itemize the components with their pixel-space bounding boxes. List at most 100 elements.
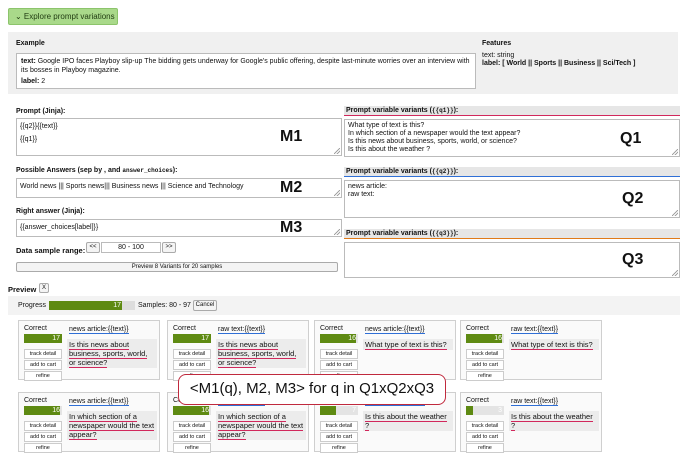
card-answer: Is this news about business, sports, wor…: [67, 339, 157, 368]
correct-count: 17: [52, 335, 60, 342]
variant-card: Correct 16 track detailadd to cartrefine ne…: [18, 392, 160, 453]
range-input[interactable]: 80 - 100: [101, 242, 161, 253]
track-detail-button[interactable]: track detail: [173, 349, 211, 359]
correct-label: Correct: [24, 397, 47, 404]
card-answer-text: What type of text is this?: [365, 340, 447, 350]
refine-button[interactable]: refine: [173, 443, 211, 453]
variant-card: Correct 3 track detail add to cart refine raw…: [460, 392, 602, 453]
marker-q2: Q2: [622, 190, 644, 207]
preview-title: Preview: [8, 285, 37, 294]
correct-label: Correct: [466, 397, 489, 404]
example-box: text: Google IPO faces Playboy slip-up T…: [16, 53, 476, 89]
correct-bar: 16: [466, 334, 504, 343]
cartesian-product-callout: <M1(q), M2, M3> for q in Q1xQ2xQ3: [178, 374, 446, 405]
preview-close-button[interactable]: X: [39, 283, 49, 293]
track-detail-button[interactable]: track detail: [24, 349, 62, 359]
variant-card: Correct 16 track detailadd to cartrefine ra…: [460, 320, 602, 381]
q3-header: Prompt variable variants ({{q3}}):: [344, 229, 680, 239]
correct-count: 16: [201, 407, 209, 414]
add-to-cart-button[interactable]: add to cart: [173, 432, 211, 442]
refine-button[interactable]: refine: [466, 371, 504, 381]
example-text: Google IPO faces Playboy slip-up The bid…: [21, 58, 470, 74]
card-answer-text: Is this news about business, sports, wor…: [218, 340, 297, 368]
q2-header: Prompt variable variants ({{q2}}):: [344, 167, 680, 177]
card-prompt: raw text:{{text}}: [511, 398, 559, 406]
correct-bar: 17: [24, 334, 62, 343]
correct-label: Correct: [466, 325, 489, 332]
example-title: Example: [16, 40, 45, 47]
answers-title: Possible Answers (sep by , and answer_ch…: [16, 167, 178, 174]
card-prompt: news article:{{text}}: [69, 326, 129, 334]
range-label: Data sample range:: [16, 246, 86, 255]
add-to-cart-button[interactable]: add to cart: [466, 360, 504, 370]
variant-card: Correct16track detailadd to cartrefinene…: [314, 320, 456, 381]
preview-variants-button[interactable]: Preview 8 Variants for 20 samples: [16, 262, 338, 272]
correct-bar: 16: [173, 406, 211, 415]
correct-bar-fill: [320, 406, 336, 415]
track-detail-button[interactable]: track detail: [466, 421, 504, 431]
correct-bar-fill: [466, 406, 473, 415]
correct-count: 7: [352, 407, 356, 414]
add-to-cart-button[interactable]: add to cart: [466, 432, 504, 442]
right-answer-title: Right answer (Jinja):: [16, 208, 85, 215]
card-answer: In which section of a newspaper would th…: [67, 411, 157, 440]
refine-button[interactable]: refine: [466, 443, 504, 453]
add-to-cart-button[interactable]: add to cart: [320, 360, 358, 370]
range-next-button[interactable]: >>: [162, 242, 176, 253]
progress-label: Progress: [18, 302, 47, 309]
card-answer: What type of text is this?: [509, 339, 599, 350]
correct-label: Correct: [320, 325, 343, 332]
marker-q3: Q3: [622, 251, 644, 268]
correct-bar: 16: [24, 406, 62, 415]
q1-header: Prompt variable variants ({{q1}}):: [344, 106, 680, 116]
progress-bar-fill: [49, 301, 122, 310]
add-to-cart-button[interactable]: add to cart: [320, 432, 358, 442]
card-prompt: raw text:{{text}}: [511, 326, 559, 334]
cancel-button[interactable]: Cancel: [193, 300, 217, 311]
variant-card: Correct17track detailadd to cartrefinera…: [167, 320, 309, 381]
correct-bar: 17: [173, 334, 211, 343]
card-answer-text: Is this about the weather ?: [511, 412, 593, 431]
features-list: text: string label: [ World || Sports ||…: [482, 52, 636, 67]
refine-button[interactable]: refine: [320, 443, 358, 453]
card-answer-text: In which section of a newspaper would th…: [69, 412, 155, 440]
track-detail-button[interactable]: track detail: [24, 421, 62, 431]
range-prev-button[interactable]: <<: [86, 242, 100, 253]
card-answer-text: What type of text is this?: [511, 340, 593, 350]
card-prompt: news article:{{text}}: [69, 398, 129, 406]
track-detail-button[interactable]: track detail: [173, 421, 211, 431]
marker-m1: M1: [280, 128, 303, 145]
card-answer: What type of text is this?: [363, 339, 453, 350]
card-prompt: raw text:{{text}}: [218, 326, 266, 334]
correct-count: 16: [494, 335, 502, 342]
correct-count: 16: [348, 335, 356, 342]
add-to-cart-button[interactable]: add to cart: [173, 360, 211, 370]
add-to-cart-button[interactable]: add to cart: [24, 432, 62, 442]
samples-range-text: Samples: 80 - 97: [138, 302, 191, 309]
card-answer-text: Is this about the weather ?: [365, 412, 447, 431]
explore-prompt-variations-toggle[interactable]: ⌄ Explore prompt variations: [8, 8, 118, 25]
marker-m2: M2: [280, 179, 303, 196]
refine-button[interactable]: refine: [24, 443, 62, 453]
marker-q1: Q1: [620, 130, 642, 147]
progress-value: 17: [113, 302, 121, 309]
features-title: Features: [482, 40, 512, 47]
card-answer-text: Is this news about business, sports, wor…: [69, 340, 148, 368]
card-answer-text: In which section of a newspaper would th…: [218, 412, 304, 440]
card-answer: Is this about the weather ?: [509, 411, 599, 431]
card-prompt: news article:{{text}}: [365, 326, 425, 334]
refine-button[interactable]: refine: [24, 371, 62, 381]
correct-count: 3: [498, 407, 502, 414]
marker-m3: M3: [280, 219, 303, 236]
add-to-cart-button[interactable]: add to cart: [24, 360, 62, 370]
correct-count: 16: [52, 407, 60, 414]
track-detail-button[interactable]: track detail: [320, 421, 358, 431]
card-answer: In which section of a newspaper would th…: [216, 411, 306, 440]
correct-count: 17: [201, 335, 209, 342]
track-detail-button[interactable]: track detail: [466, 349, 504, 359]
correct-bar: 7: [320, 406, 358, 415]
track-detail-button[interactable]: track detail: [320, 349, 358, 359]
correct-bar: 16: [320, 334, 358, 343]
prompt-title: Prompt (Jinja):: [16, 108, 66, 115]
correct-label: Correct: [173, 325, 196, 332]
